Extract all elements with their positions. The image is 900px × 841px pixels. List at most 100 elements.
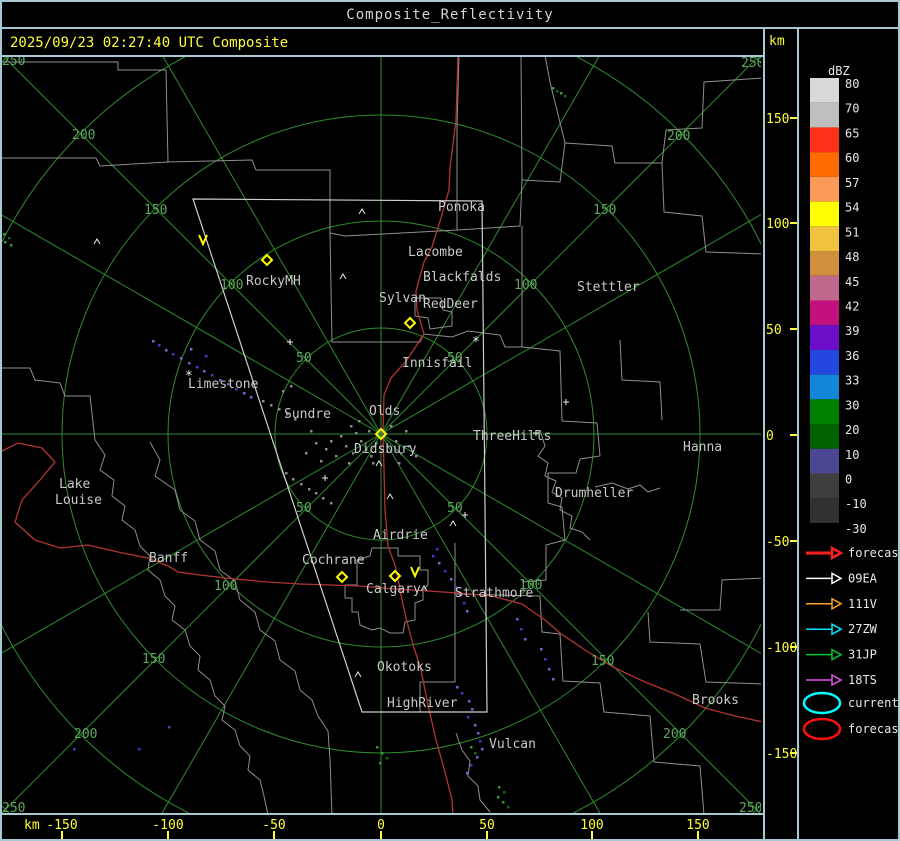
- echo-dot: [278, 408, 281, 411]
- range-ring-label: 200: [663, 727, 686, 742]
- echo-dot: [285, 472, 288, 475]
- dbz-scale-swatch: [810, 78, 839, 103]
- storm-ellipse-icon: [802, 717, 842, 741]
- vector-arrowhead-icon: [830, 545, 844, 561]
- echo-dot: [516, 618, 519, 621]
- dbz-scale-value: 0: [845, 473, 852, 487]
- bottom-axis-tick-label: 50: [479, 818, 495, 833]
- city-label: Vulcan: [489, 737, 536, 752]
- echo-dot: [398, 462, 401, 465]
- bottom-axis-tick-label: 100: [580, 818, 603, 833]
- city-label: Lake: [59, 477, 90, 492]
- dbz-scale-value: 60: [845, 151, 859, 165]
- echo-dot: [290, 385, 293, 388]
- range-ring-label: 100: [220, 278, 243, 293]
- echo-dot: [282, 390, 285, 393]
- echo-dot: [330, 440, 333, 443]
- bottom-axis-tick: [697, 831, 699, 839]
- vector-label: 27ZW: [848, 622, 878, 636]
- echo-dot: [463, 602, 466, 605]
- dbz-scale-value: 45: [845, 275, 859, 289]
- bottom-axis: km -150 -100 -50 0 50 100 150: [24, 818, 710, 839]
- plus-marker-icon: [462, 512, 468, 518]
- range-ring-label: 100: [214, 579, 237, 594]
- echo-dot: [456, 686, 459, 689]
- caret-marker-icon: [449, 520, 457, 527]
- yellow-arrowhead-icon: [410, 566, 420, 579]
- echo-dot: [479, 740, 482, 743]
- echo-dot: [466, 610, 469, 613]
- echo-dot: [481, 748, 484, 751]
- divider-map-axis: [0, 813, 763, 815]
- echo-dot: [470, 764, 473, 767]
- right-axis-tick-label: 150: [766, 112, 789, 127]
- city-label: Lacombe: [408, 245, 463, 260]
- city-label: HighRiver: [387, 696, 458, 711]
- dbz-scale-value: 39: [845, 324, 859, 338]
- border-left: [0, 0, 2, 841]
- bottom-axis-tick-label: -100: [152, 818, 183, 833]
- echo-dot: [376, 746, 379, 749]
- dbz-scale-swatch: [810, 325, 839, 350]
- dbz-scale-value: 51: [845, 225, 859, 239]
- city-label: Limestone: [188, 377, 259, 392]
- bottom-axis-tick-label: 150: [686, 818, 709, 833]
- echo-dot: [196, 366, 199, 369]
- bottom-axis-tick-label: -50: [262, 818, 285, 833]
- echo-dot: [322, 497, 325, 500]
- boundary-line: [167, 159, 331, 233]
- caret-marker-icon: [93, 238, 101, 245]
- right-axis-tick-label: 100: [766, 217, 789, 232]
- echo-dot: [503, 791, 506, 794]
- echo-dot: [524, 638, 527, 641]
- echo-dot: [381, 752, 384, 755]
- dbz-scale-swatch: [810, 300, 839, 326]
- azimuth-radials: [2, 57, 761, 813]
- echo-dot: [520, 628, 523, 631]
- city-label: ThreeHills: [473, 429, 551, 444]
- radar-map[interactable]: 50 5050 50100 100100 100150 150150 150200 20020…: [0, 55, 763, 815]
- dbz-scale-value: 48: [845, 250, 859, 264]
- legend-title: dBZ: [828, 64, 850, 78]
- city-label: RedDeer: [423, 297, 478, 312]
- echo-dot: [477, 732, 480, 735]
- echo-dot: [548, 668, 551, 671]
- caret-marker-icon: [386, 493, 394, 500]
- range-ring-label: 200: [667, 129, 690, 144]
- range-ring-label: 150: [144, 203, 167, 218]
- echo-dot: [474, 752, 477, 755]
- dbz-scale-swatch: [810, 374, 839, 400]
- range-ring-label: 150: [591, 654, 614, 669]
- dbz-scale-value: 57: [845, 176, 859, 190]
- echo-dot: [165, 349, 168, 352]
- vector-label: forecast: [848, 546, 900, 560]
- storm-ellipse-icon: [802, 691, 842, 715]
- echo-dot: [262, 400, 265, 403]
- asterisk-marker-icon: *: [472, 335, 480, 350]
- right-axis-tick-label: -150: [766, 747, 797, 762]
- city-label: Airdrie: [373, 528, 428, 543]
- echo-dot: [180, 357, 183, 360]
- ellipse-label: current: [848, 696, 899, 710]
- ellipse-label: forecast: [848, 722, 900, 736]
- right-axis-tick-label: 0: [766, 429, 774, 444]
- bottom-axis-tick: [486, 831, 488, 839]
- echo-dot: [560, 92, 563, 95]
- echo-dot: [350, 425, 353, 428]
- vector-label: 111V: [848, 597, 877, 611]
- boundary-line: [521, 57, 566, 183]
- bottom-axis-tick: [167, 831, 169, 839]
- boundary-line: [680, 577, 761, 611]
- info-bar: 2025/09/23 02:27:40 UTC Composite: [2, 31, 761, 55]
- city-labels: Ponoka Lacombe Blackfalds SylvanRedDeer Stet…: [55, 200, 739, 752]
- range-ring-label: 150: [593, 203, 616, 218]
- legend-panel: dBZ 80 70 65 60 57 54 51 48 45 42 39 36 33 30 20 10 0 -10…: [802, 64, 900, 741]
- storm-vector-legend: forecast 09EA 111V 27ZW 31JP 18TS current forec…: [802, 545, 900, 741]
- dbz-scale-swatch: [810, 127, 839, 153]
- vector-arrowhead-icon: [831, 572, 843, 585]
- echo-dot: [476, 756, 479, 759]
- vector-label: 31JP: [848, 648, 877, 662]
- range-ring-label: 250: [2, 55, 25, 69]
- dbz-color-scale: 80 70 65 60 57 54 51 48 45 42 39 36 33 30 20 10 0 -10 -30: [810, 77, 867, 536]
- echo-dot: [152, 340, 155, 343]
